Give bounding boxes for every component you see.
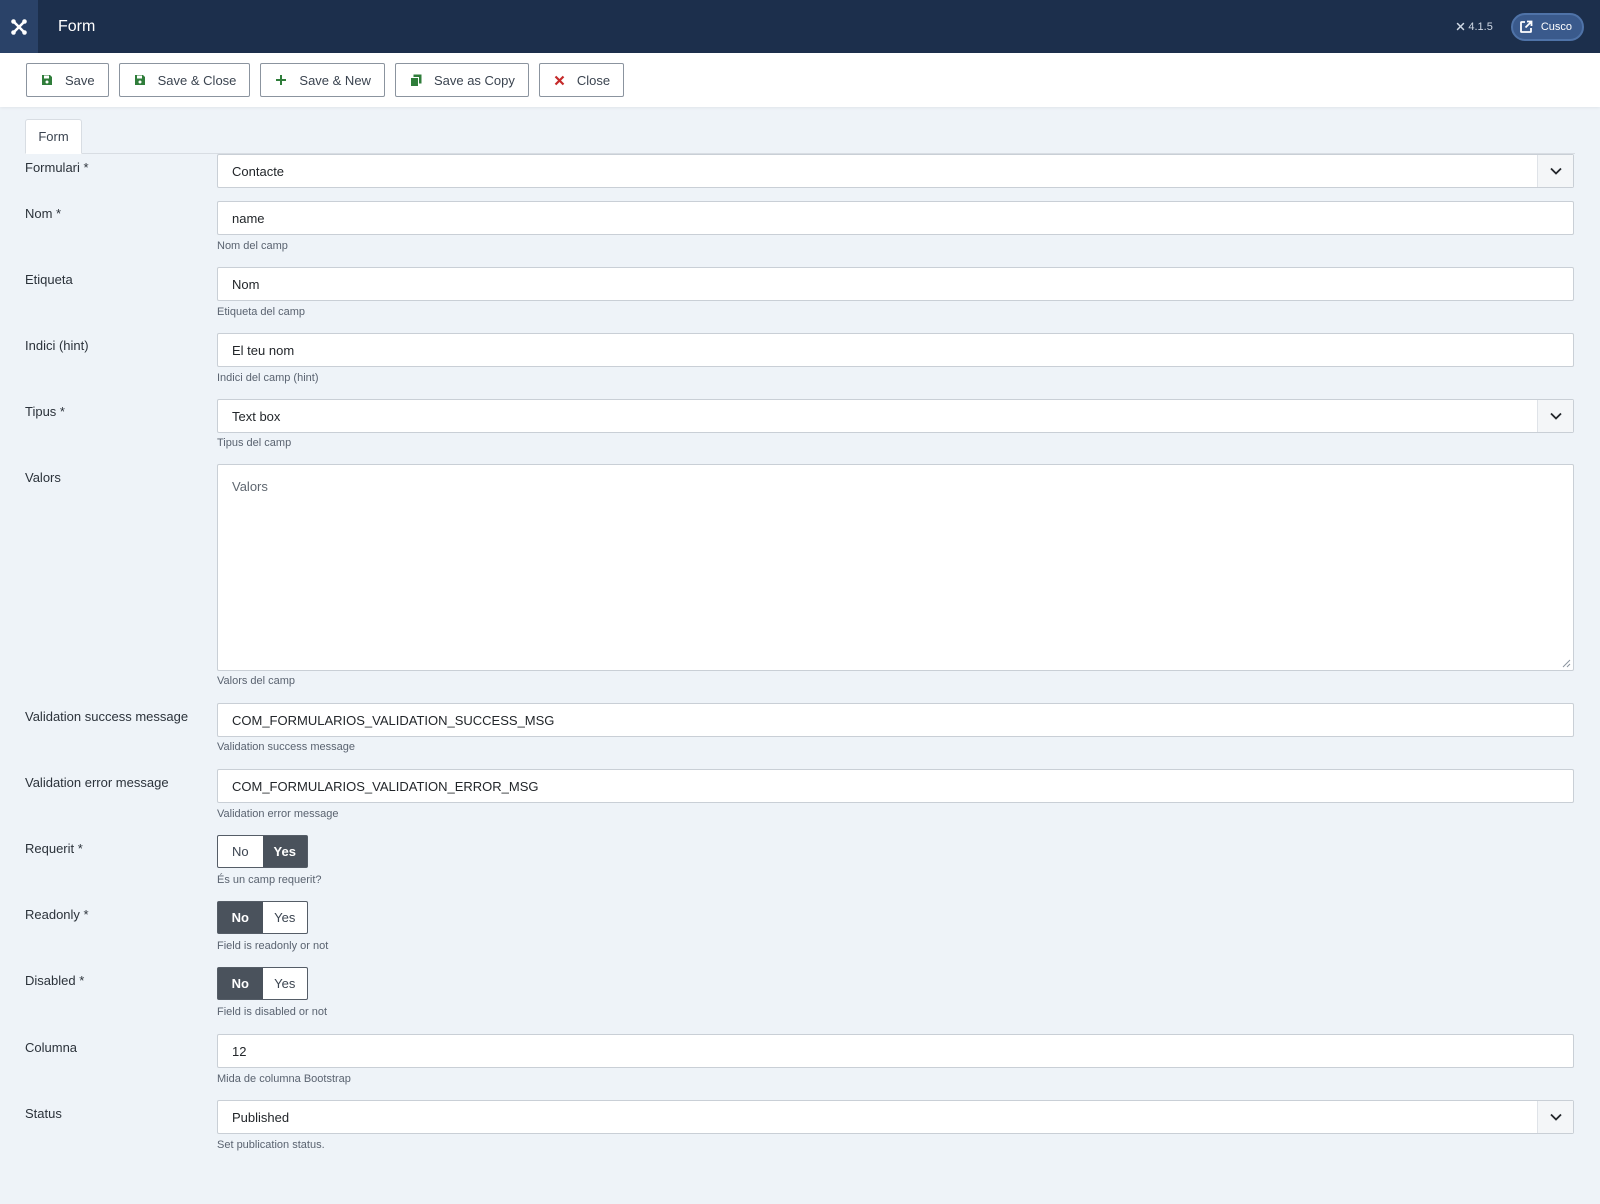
requerit-label: Requerit * [25, 841, 83, 856]
disabled-label: Disabled * [25, 973, 85, 988]
formulari-select[interactable]: Contacte [217, 154, 1574, 188]
save-button[interactable]: Save [26, 63, 109, 97]
tipus-value: Text box [232, 408, 281, 424]
chevron-down-icon [1537, 400, 1573, 432]
version-label: 4.1.5 [1456, 20, 1493, 33]
save-close-button[interactable]: Save & Close [118, 63, 251, 97]
requerit-yes[interactable]: Yes [262, 836, 307, 867]
val-success-label: Validation success message [25, 709, 189, 724]
plus-icon [276, 75, 287, 85]
columna-input[interactable]: 12 [217, 1034, 1574, 1068]
disabled-no[interactable]: No [218, 968, 263, 999]
val-error-help: Validation error message [217, 808, 339, 820]
floppy-disk-icon [134, 75, 145, 85]
resize-handle-icon[interactable] [1562, 659, 1571, 668]
requerit-help: És un camp requerit? [217, 874, 322, 886]
indici-label: Indici (hint) [25, 338, 89, 353]
val-error-input[interactable]: COM_FORMULARIOS_VALIDATION_ERROR_MSG [217, 769, 1574, 803]
disabled-yes[interactable]: Yes [263, 968, 308, 999]
close-button[interactable]: Close [538, 63, 625, 97]
joomla-small-icon [1457, 22, 1465, 31]
save-copy-label: Save as Copy [433, 72, 515, 88]
valors-placeholder: Valors [232, 479, 268, 494]
nom-label: Nom * [25, 206, 62, 221]
save-copy-button[interactable]: Save as Copy [394, 63, 529, 97]
chevron-down-icon [1537, 1101, 1573, 1133]
readonly-no[interactable]: No [218, 902, 263, 933]
indici-help: Indici del camp (hint) [217, 372, 319, 384]
etiqueta-input[interactable]: Nom [217, 267, 1574, 301]
status-label: Status [25, 1106, 62, 1121]
formulari-label: Formulari * [25, 160, 89, 175]
tab-form[interactable]: Form [25, 119, 82, 154]
version-text: 4.1.5 [1468, 20, 1493, 33]
copy-icon [409, 74, 422, 87]
tipus-help: Tipus del camp [217, 437, 292, 449]
external-link-icon [1519, 20, 1533, 33]
columna-help: Mida de columna Bootstrap [217, 1073, 351, 1085]
save-label: Save [65, 72, 95, 88]
val-success-help: Validation success message [217, 741, 355, 753]
columna-label: Columna [25, 1040, 78, 1055]
etiqueta-label: Etiqueta [25, 272, 73, 287]
readonly-help: Field is readonly or not [217, 940, 329, 952]
nom-help: Nom del camp [217, 240, 288, 252]
x-icon [554, 75, 565, 85]
floppy-disk-icon [42, 75, 52, 85]
save-close-label: Save & Close [157, 72, 237, 88]
readonly-yes[interactable]: Yes [263, 902, 308, 933]
joomla-logo-icon[interactable] [0, 0, 38, 53]
page-title: Form [58, 17, 96, 35]
save-new-label: Save & New [299, 72, 371, 88]
save-new-button[interactable]: Save & New [260, 63, 385, 97]
tipus-label: Tipus * [25, 404, 65, 419]
tipus-select[interactable]: Text box [217, 399, 1574, 433]
etiqueta-help: Etiqueta del camp [217, 306, 306, 318]
toolbar: Save Save & Close Save & New Save as Cop… [0, 53, 1600, 107]
disabled-help: Field is disabled or not [217, 1006, 328, 1018]
val-error-label: Validation error message [25, 775, 169, 790]
readonly-label: Readonly * [25, 907, 89, 922]
val-success-input[interactable]: COM_FORMULARIOS_VALIDATION_SUCCESS_MSG [217, 703, 1574, 737]
disabled-switch[interactable]: No Yes [217, 967, 308, 1000]
formulari-value: Contacte [232, 163, 285, 179]
valors-label: Valors [25, 470, 61, 485]
requerit-switch[interactable]: No Yes [217, 835, 308, 868]
indici-input[interactable]: El teu nom [217, 333, 1574, 367]
valors-textarea[interactable]: Valors [217, 464, 1574, 671]
site-link-button[interactable]: Cusco [1510, 12, 1584, 41]
status-value: Published [232, 1109, 290, 1125]
valors-help: Valors del camp [217, 675, 296, 687]
requerit-no[interactable]: No [218, 836, 263, 867]
status-select[interactable]: Published [217, 1100, 1574, 1134]
site-label: Cusco [1540, 20, 1572, 33]
close-label: Close [576, 72, 611, 88]
readonly-switch[interactable]: No Yes [217, 901, 308, 934]
tab-bar: Form [25, 119, 1575, 154]
status-help: Set publication status. [217, 1139, 325, 1151]
chevron-down-icon [1537, 155, 1573, 187]
nom-input[interactable]: name [217, 201, 1574, 235]
app-header: Form 4.1.5 Cusco [0, 0, 1600, 53]
